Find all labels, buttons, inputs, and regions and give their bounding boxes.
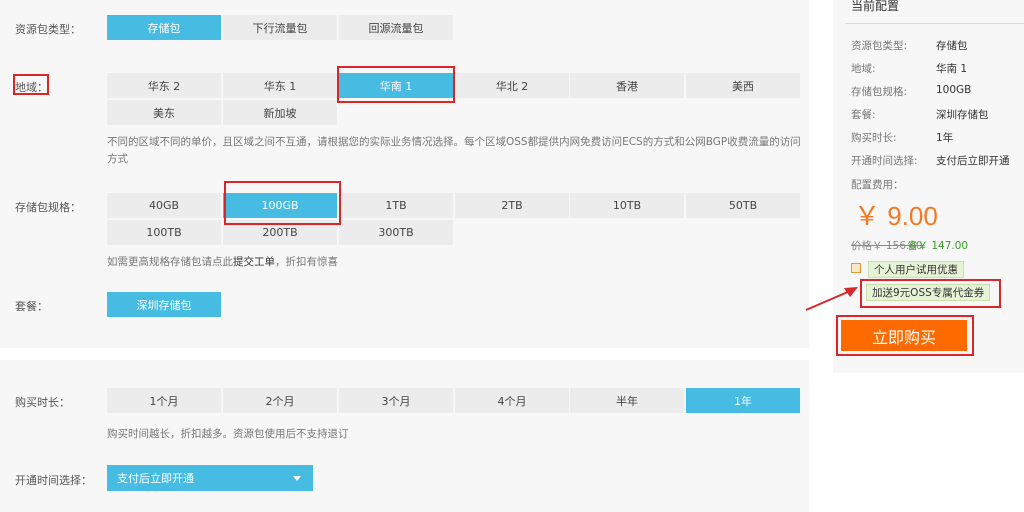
spec-option-1tb[interactable]: 1TB (339, 193, 453, 218)
region-option-south1[interactable]: 华南 1 (339, 73, 453, 98)
summary-key-type: 资源包类型: (851, 40, 908, 52)
spec-hint-prefix: 如需更高规格存储包请点此 (107, 256, 233, 268)
spec-option-200tb[interactable]: 200TB (223, 220, 337, 245)
package-type-download[interactable]: 下行流量包 (223, 15, 337, 40)
chevron-down-icon (293, 476, 301, 481)
saving-amount: 省￥ 147.00 (907, 240, 969, 252)
activation-select-value: 支付后立即开通 (117, 472, 194, 485)
duration-hint: 购买时间越长，折扣越多。资源包使用后不支持退订 (107, 428, 349, 440)
spec-option-2tb[interactable]: 2TB (455, 193, 569, 218)
arrow-icon (805, 287, 858, 311)
region-label: 地域： (15, 81, 48, 94)
submit-ticket-link[interactable]: 提交工单 (233, 256, 275, 268)
region-option-east1[interactable]: 华东 1 (223, 73, 337, 98)
region-option-uswest[interactable]: 美西 (686, 73, 800, 98)
summary-key-activation: 开通时间选择: (851, 155, 918, 167)
personal-trial-badge: 个人用户试用优惠 (868, 261, 964, 278)
plan-option-shenzhen[interactable]: 深圳存储包 (107, 292, 221, 317)
region-option-hongkong[interactable]: 香港 (570, 73, 684, 98)
region-option-singapore[interactable]: 新加坡 (223, 100, 337, 125)
spec-option-100tb[interactable]: 100TB (107, 220, 221, 245)
summary-key-region: 地域: (851, 63, 876, 75)
duration-option-3m[interactable]: 3个月 (339, 388, 453, 413)
activation-select[interactable]: 支付后立即开通 (107, 465, 313, 491)
summary-key-plan: 套餐: (851, 109, 876, 121)
package-type-label: 资源包类型： (15, 23, 81, 36)
spec-hint-suffix: ，折扣有惊喜 (275, 256, 338, 268)
region-hint: 不同的区域不同的单价，且区域之间不互通，请根据您的实际业务情况选择。每个区域OS… (107, 136, 801, 165)
package-type-origin[interactable]: 回源流量包 (339, 15, 453, 40)
package-type-storage[interactable]: 存储包 (107, 15, 221, 40)
spec-option-10tb[interactable]: 10TB (570, 193, 684, 218)
duration-option-4m[interactable]: 4个月 (455, 388, 569, 413)
summary-divider (845, 23, 1024, 24)
plan-label: 套餐： (15, 300, 48, 313)
gift-icon (851, 263, 861, 273)
buy-now-button[interactable]: 立即购买 (841, 320, 967, 351)
spec-option-50tb[interactable]: 50TB (686, 193, 800, 218)
voucher-badge: 加送9元OSS专属代金券 (866, 284, 991, 301)
summary-key-spec: 存储包规格: (851, 86, 908, 98)
price-value: ￥ 9.00 (854, 201, 938, 231)
spec-option-40gb[interactable]: 40GB (107, 193, 221, 218)
fee-label: 配置费用： (851, 179, 904, 191)
activation-label: 开通时间选择： (15, 474, 92, 487)
region-option-north2[interactable]: 华北 2 (455, 73, 569, 98)
region-option-useast[interactable]: 美东 (107, 100, 221, 125)
summary-value-spec: 100GB (936, 84, 972, 96)
region-option-east2[interactable]: 华东 2 (107, 73, 221, 98)
summary-value-activation: 支付后立即开通 (936, 155, 1010, 167)
summary-value-region: 华南 1 (936, 63, 968, 75)
spec-option-300tb[interactable]: 300TB (339, 220, 453, 245)
summary-key-duration: 购买时长: (851, 132, 897, 144)
summary-value-duration: 1年 (936, 132, 954, 144)
spec-option-100gb[interactable]: 100GB (223, 193, 337, 218)
duration-option-1m[interactable]: 1个月 (107, 388, 221, 413)
summary-value-plan: 深圳存储包 (936, 109, 989, 121)
duration-label: 购买时长： (15, 396, 70, 409)
spec-hint: 如需更高规格存储包请点此提交工单，折扣有惊喜 (107, 254, 338, 271)
summary-title: 当前配置 (851, 0, 900, 13)
spec-label: 存储包规格： (15, 201, 81, 214)
duration-option-half-year[interactable]: 半年 (570, 388, 684, 413)
duration-option-1y[interactable]: 1年 (686, 388, 800, 413)
duration-option-2m[interactable]: 2个月 (223, 388, 337, 413)
summary-value-type: 存储包 (936, 40, 968, 52)
